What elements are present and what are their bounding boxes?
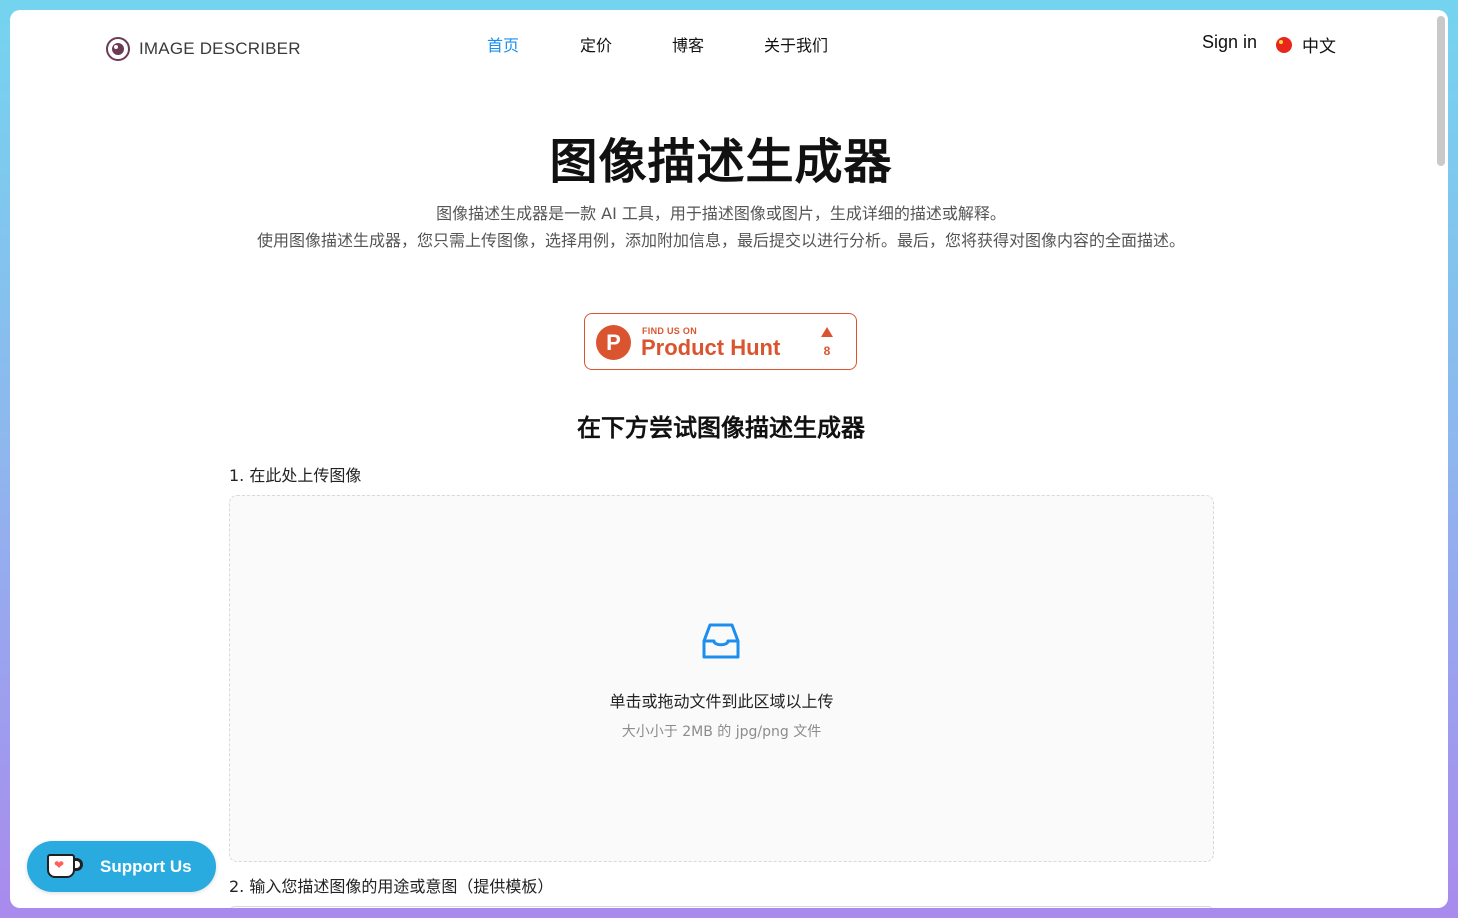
step-1-label: 1. 在此处上传图像: [229, 466, 362, 485]
page-description: 图像描述生成器是一款 AI 工具，用于描述图像或图片，生成详细的描述或解释。 使…: [228, 200, 1214, 254]
nav-pricing[interactable]: 定价: [580, 32, 612, 56]
page-title: 图像描述生成器: [549, 134, 893, 190]
ko-fi-cup-icon: ❤: [47, 853, 83, 880]
sign-in-link[interactable]: Sign in: [1202, 32, 1257, 53]
nav-about[interactable]: 关于我们: [764, 32, 828, 56]
usecase-select[interactable]: [229, 906, 1214, 908]
browser-window: IMAGE DESCRIBER 首页 定价 博客 关于我们 Sign in 中文…: [10, 10, 1448, 908]
description-line-1: 图像描述生成器是一款 AI 工具，用于描述图像或图片，生成详细的描述或解释。: [436, 204, 1006, 223]
china-flag-icon: [1276, 36, 1292, 53]
header: IMAGE DESCRIBER 首页 定价 博客 关于我们 Sign in 中文: [10, 10, 1448, 80]
product-hunt-badge[interactable]: P FIND US ON Product Hunt 8: [584, 313, 857, 370]
upload-hint: 大小小于 2MB 的 jpg/png 文件: [621, 724, 822, 740]
image-upload-dropzone[interactable]: 单击或拖动文件到此区域以上传 大小小于 2MB 的 jpg/png 文件: [229, 495, 1214, 862]
upvote-count: 8: [823, 344, 831, 358]
inbox-icon: [702, 623, 740, 659]
product-hunt-logo-icon: P: [596, 325, 631, 360]
support-us-button[interactable]: ❤ Support Us: [27, 841, 216, 892]
try-section-title: 在下方尝试图像描述生成器: [577, 414, 865, 442]
language-selector[interactable]: 中文: [1276, 32, 1336, 57]
nav-blog[interactable]: 博客: [672, 32, 704, 56]
language-label: 中文: [1302, 37, 1336, 57]
upvote-arrow-icon: [821, 327, 833, 337]
support-us-label: Support Us: [100, 856, 192, 876]
nav-home[interactable]: 首页: [487, 32, 519, 56]
upload-instruction: 单击或拖动文件到此区域以上传: [609, 692, 834, 711]
step-2-label: 2. 输入您描述图像的用途或意图（提供模板）: [229, 877, 554, 896]
product-hunt-name: Product Hunt: [641, 335, 781, 360]
description-line-2: 使用图像描述生成器，您只需上传图像，选择用例，添加附加信息，最后提交以进行分析。…: [256, 231, 1185, 250]
